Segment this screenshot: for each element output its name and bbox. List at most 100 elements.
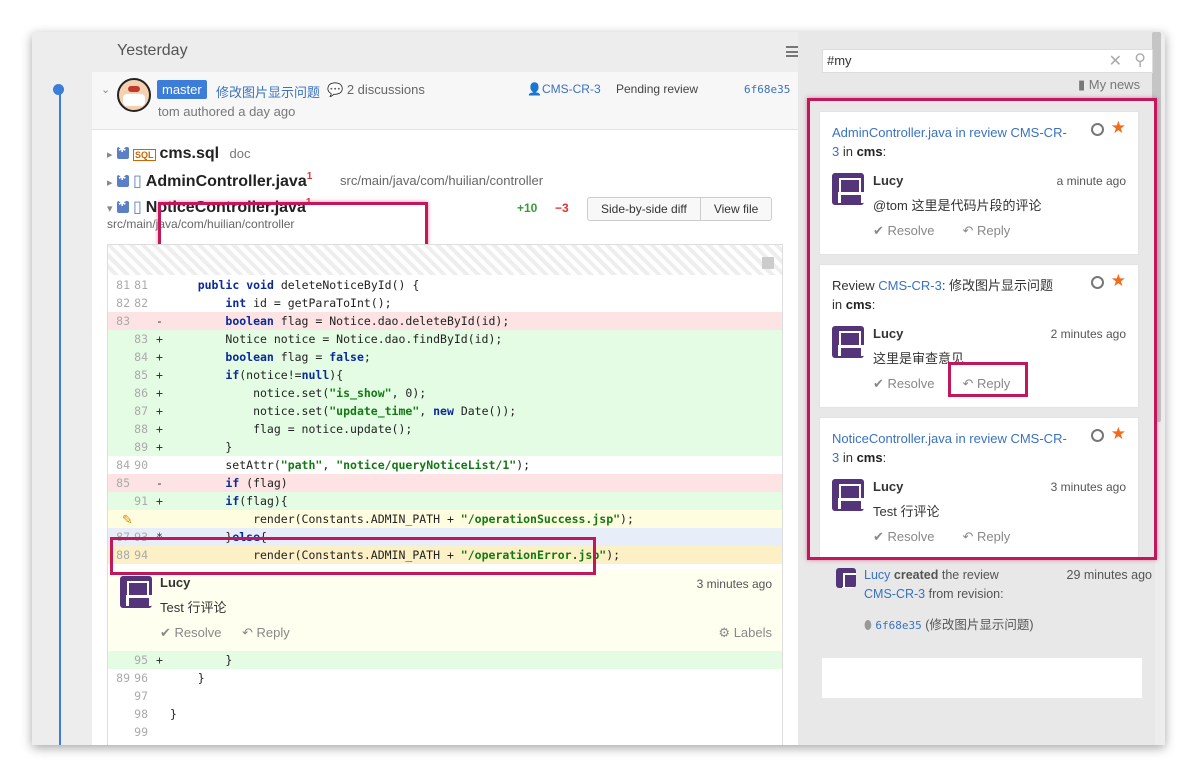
commit-hash[interactable]: 6f68e35	[744, 83, 790, 96]
old-line-number: 82	[116, 296, 130, 310]
comment-text: Test 行评论	[160, 600, 227, 615]
code-text: notice.set("update_time", new Date());	[170, 404, 517, 418]
search-icon[interactable]: ⚲	[1134, 50, 1146, 70]
star-icon[interactable]: ★	[1111, 271, 1126, 291]
code-text: public void deleteNoticeById() {	[197, 278, 420, 292]
edit-pencil-icon[interactable]: ✎	[122, 512, 133, 528]
comment-author[interactable]: Lucy	[160, 575, 190, 590]
highlight-box	[110, 537, 596, 575]
new-line-number: 82	[134, 296, 148, 310]
code-text: setAttr("path", "notice/queryNoticeList/…	[170, 458, 531, 472]
activity-review-link[interactable]: CMS-CR-3	[864, 587, 925, 601]
notification-user[interactable]: Lucy	[873, 479, 903, 494]
code-text: render(Constants.ADMIN_PATH + "/operatio…	[170, 512, 634, 526]
notification-in: in	[839, 144, 857, 159]
comment-time: 3 minutes ago	[696, 577, 772, 591]
new-line-number: 84	[134, 350, 148, 364]
code-line: 85 - if (flag)	[108, 474, 782, 492]
chevron-right-icon: ▸	[107, 177, 113, 189]
view-file-button[interactable]: View file	[699, 198, 771, 220]
new-line-number: 90	[134, 458, 148, 472]
activity-from: from revision:	[928, 587, 1004, 601]
code-line: 83 - boolean flag = Notice.dao.deleteById…	[108, 312, 782, 330]
activity-text: the review	[941, 568, 999, 582]
resolve-button[interactable]: ✔ Resolve	[160, 625, 222, 641]
gear-icon: ⚙	[718, 625, 731, 640]
file-row-admin-controller[interactable]: ▸ ▯AdminController.java1	[107, 171, 312, 191]
file-tag: doc	[229, 146, 251, 161]
discussions-link[interactable]: 💬 2 discussions	[327, 82, 425, 98]
check-icon: ✔	[160, 625, 171, 640]
resolve-button[interactable]: ✔ Resolve	[873, 223, 948, 238]
sql-file-icon: SQL	[132, 149, 156, 161]
star-icon[interactable]: ★	[1111, 424, 1126, 444]
code-text: flag = notice.update();	[170, 422, 413, 436]
notification-time: 3 minutes ago	[1050, 480, 1126, 494]
expand-icon[interactable]	[762, 257, 774, 269]
author-name[interactable]: tom	[158, 104, 180, 119]
notification-user[interactable]: Lucy	[873, 326, 903, 341]
reply-icon: ↶	[242, 625, 253, 640]
timeline-dot	[53, 84, 64, 95]
java-file-icon: ▯	[132, 173, 142, 190]
old-line-number: 83	[116, 314, 130, 328]
project-name[interactable]: cms	[846, 297, 872, 312]
revision-hash[interactable]: 6f68e35	[875, 619, 921, 632]
activity-action: created	[893, 568, 939, 582]
code-text: notice.set("is_show", 0);	[170, 386, 427, 400]
code-diff-view: 81 81 public void deleteNoticeById() { 82 8…	[107, 244, 783, 745]
notifications-feed: AdminController.java in review CMS-CR-3 …	[807, 98, 1157, 560]
code-text: Notice notice = Notice.dao.findById(id);	[170, 332, 503, 346]
reply-label: Reply	[977, 223, 1011, 238]
unread-circle-icon[interactable]	[1091, 429, 1104, 442]
chevron-down-icon[interactable]: ⌄	[101, 83, 110, 96]
branch-badge[interactable]: master	[157, 80, 207, 99]
reply-button[interactable]: ↶ Reply	[242, 625, 290, 641]
resolve-button[interactable]: ✔ Resolve	[873, 529, 948, 544]
code-line: 89 + }	[108, 438, 782, 456]
bookmark-icon: ▮	[1078, 77, 1086, 92]
notification-user[interactable]: Lucy	[873, 173, 903, 188]
unread-circle-icon[interactable]	[1091, 123, 1104, 136]
my-news-link[interactable]: ▮ My news	[1078, 77, 1140, 93]
labels-button[interactable]: ⚙ Labels	[718, 625, 772, 641]
diff-sign: +	[156, 440, 163, 454]
code-line: 87 + notice.set("update_time", new Date()…	[108, 402, 782, 420]
star-icon[interactable]: ★	[1111, 118, 1126, 138]
notification-text: @tom 这里是代码片段的评论	[873, 198, 1042, 213]
code-text: if(flag){	[225, 494, 288, 508]
clear-icon[interactable]: ✕	[1109, 51, 1122, 71]
notification-subject: : 修改图片显示问题	[941, 278, 1054, 293]
activity-user[interactable]: Lucy	[864, 568, 890, 582]
project-name[interactable]: cms	[857, 450, 883, 465]
labels-label: Labels	[733, 625, 772, 640]
unread-circle-icon[interactable]	[1091, 276, 1104, 289]
code-text: int id = getParaToInt();	[225, 296, 392, 310]
code-text: }	[170, 440, 233, 454]
deletions-count: −3	[555, 201, 569, 215]
inline-comment: Lucy 3 minutes ago Test 行评论 ✔ Resolve ↶ …	[108, 569, 782, 653]
project-name[interactable]: cms	[857, 144, 883, 159]
notification-link[interactable]: CMS-CR-3	[878, 278, 942, 293]
reply-button[interactable]: ↶ Reply	[962, 223, 1024, 238]
collapsed-lines-marker[interactable]	[108, 245, 782, 275]
code-line: 95 + }	[108, 651, 782, 669]
notification-in: in	[832, 297, 846, 312]
resolve-button[interactable]: ✔ Resolve	[873, 376, 948, 391]
side-by-side-diff-button[interactable]: Side-by-side diff	[588, 198, 700, 220]
code-line: 84 90 setAttr("path", "notice/queryNotice…	[108, 456, 782, 474]
review-link[interactable]: 👤CMS-CR-3	[527, 82, 601, 96]
search-input[interactable]	[827, 53, 1087, 68]
notification-card: NoticeController.java in review CMS-CR-3…	[819, 417, 1139, 557]
commit-message[interactable]: 修改图片显示问题	[216, 82, 320, 101]
notification-actions: ✔ Resolve ↶ Reply	[873, 223, 1038, 239]
file-row-cms-sql[interactable]: ▸ SQLcms.sql doc	[107, 144, 251, 163]
file-name: AdminController.java	[145, 173, 307, 190]
new-line-number: 88	[134, 422, 148, 436]
code-text: boolean flag = false;	[225, 350, 371, 364]
code-line: 81 81 public void deleteNoticeById() {	[108, 276, 782, 294]
notification-text: Test 行评论	[873, 504, 940, 519]
reply-button[interactable]: ↶ Reply	[962, 529, 1024, 544]
avatar	[832, 326, 864, 358]
reply-label: Reply	[977, 529, 1011, 544]
